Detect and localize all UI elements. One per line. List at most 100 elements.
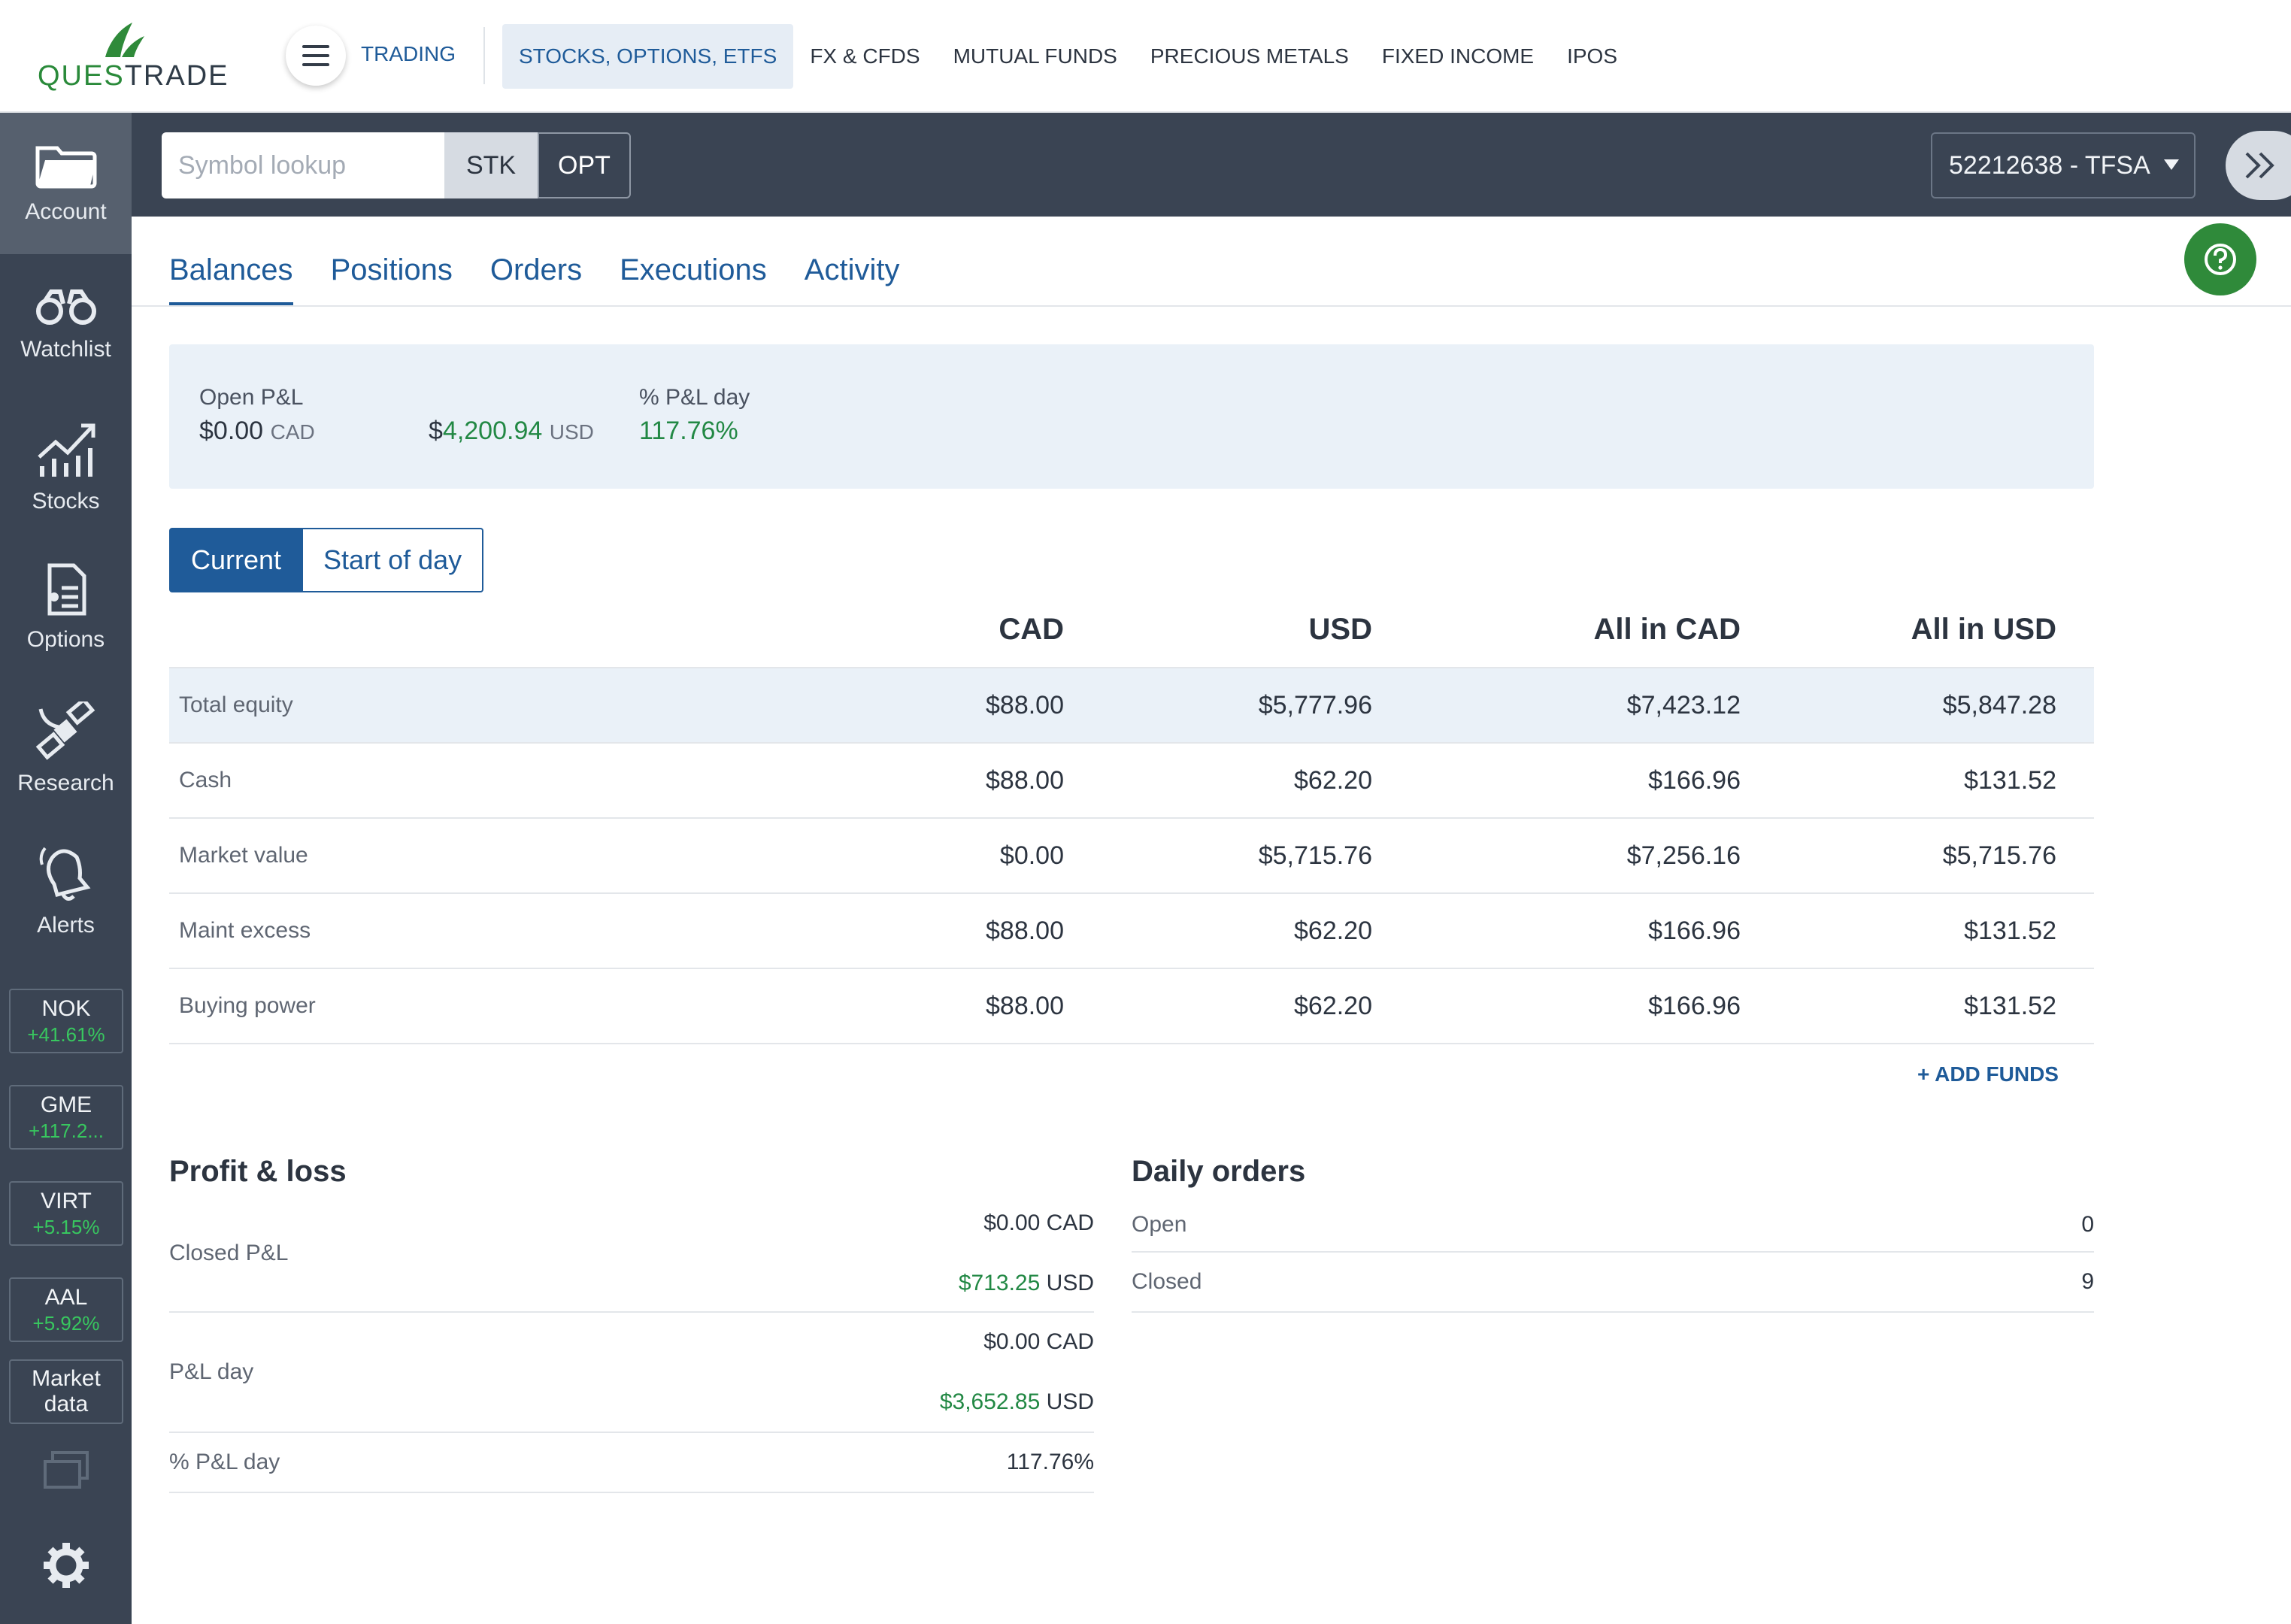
row-label: Maint excess — [169, 892, 793, 968]
row-label: Cash — [169, 742, 793, 818]
tab-balances[interactable]: Balances — [169, 248, 293, 308]
ticker-gme[interactable]: GME +117.2... — [9, 1085, 123, 1150]
nav-divider — [483, 27, 485, 84]
opt-toggle-button[interactable]: OPT — [538, 132, 631, 198]
cell-value: $5,715.76 — [1102, 817, 1410, 893]
tab-orders[interactable]: Orders — [490, 248, 582, 308]
cell-value: $131.52 — [1778, 742, 2094, 818]
cell-value: $5,847.28 — [1778, 667, 2094, 743]
windows-icon[interactable] — [42, 1451, 90, 1492]
ticker-virt[interactable]: VIRT +5.15% — [9, 1181, 123, 1246]
nav-mutual-funds[interactable]: MUTUAL FUNDS — [937, 24, 1134, 89]
open-orders-label: Open — [1132, 1212, 1187, 1237]
nav-stocks-options-etfs[interactable]: STOCKS, OPTIONS, ETFS — [502, 24, 794, 89]
ticker-change: +5.92% — [32, 1312, 100, 1335]
market-data-button[interactable]: Market data — [9, 1359, 123, 1424]
cell-value: $7,423.12 — [1410, 667, 1778, 743]
sidebar-item-label: Account — [25, 199, 107, 224]
pct-pnl-day-row: % P&L day 117.76% — [169, 1433, 1094, 1493]
sidebar-item-label: Alerts — [37, 913, 95, 938]
chart-up-icon — [37, 423, 95, 477]
expand-panel-button[interactable] — [2226, 131, 2291, 200]
row-label: Market value — [169, 817, 793, 893]
nav-fx-cfds[interactable]: FX & CFDS — [793, 24, 936, 89]
sidebar-item-alerts[interactable]: Alerts — [0, 820, 132, 961]
cell-value: $166.96 — [1410, 742, 1778, 818]
cell-value: $131.52 — [1778, 968, 2094, 1044]
top-navigation: QUESTRADE TRADING STOCKS, OPTIONS, ETFS … — [0, 0, 2291, 113]
tab-positions[interactable]: Positions — [331, 248, 453, 308]
sidebar-item-label: Stocks — [32, 489, 100, 514]
nav-ipos[interactable]: IPOS — [1550, 24, 1634, 89]
questrade-logo[interactable]: QUESTRADE — [38, 21, 229, 92]
sidebar-item-research[interactable]: Research — [0, 678, 132, 820]
sidebar-item-account[interactable]: Account — [0, 113, 132, 254]
closed-pnl-label: Closed P&L — [169, 1241, 289, 1265]
document-list-icon — [47, 563, 86, 616]
column-header-cad: CAD — [999, 613, 1064, 646]
row-label: Total equity — [169, 667, 793, 743]
tab-executions[interactable]: Executions — [620, 248, 767, 308]
pct-pnl-day-label: % P&L day — [639, 385, 750, 410]
cell-value: $88.00 — [793, 892, 1102, 968]
table-row: Market value $0.00 $5,715.76 $7,256.16 $… — [169, 817, 2094, 893]
ticker-symbol: AAL — [44, 1285, 88, 1310]
open-orders-value: 0 — [2081, 1212, 2094, 1237]
nav-precious-metals[interactable]: PRECIOUS METALS — [1134, 24, 1365, 89]
add-funds-link[interactable]: + ADD FUNDS — [1917, 1062, 2059, 1086]
bell-icon — [39, 847, 90, 901]
ticker-nok[interactable]: NOK +41.61% — [9, 989, 123, 1053]
account-tabs: Balances Positions Orders Executions Act… — [169, 248, 899, 308]
closed-orders-row: Closed 9 — [1132, 1253, 2094, 1313]
balance-period-toggle: Current Start of day — [169, 528, 484, 592]
ticker-symbol: VIRT — [41, 1189, 92, 1213]
question-icon — [2205, 244, 2236, 275]
cell-value: $88.00 — [793, 667, 1102, 743]
tabs-divider — [132, 305, 2291, 307]
sidebar-item-label: Research — [17, 771, 114, 795]
sidebar-item-stocks[interactable]: Stocks — [0, 395, 132, 537]
help-button[interactable] — [2184, 223, 2256, 295]
closed-pnl-usd: $713.25 USD — [958, 1271, 1094, 1295]
open-pnl-summary: Open P&L $0.00 CAD $4,200.94 USD % P&L d… — [169, 344, 2094, 489]
cell-value: $166.96 — [1410, 968, 1778, 1044]
sidebar-item-options[interactable]: Options — [0, 537, 132, 678]
profit-loss-title: Profit & loss — [169, 1155, 347, 1188]
ticker-aal[interactable]: AAL +5.92% — [9, 1277, 123, 1342]
pct-pnl-day-label: % P&L day — [169, 1450, 280, 1474]
pnl-day-cad: $0.00 CAD — [983, 1329, 1094, 1354]
daily-orders-title: Daily orders — [1132, 1155, 1306, 1188]
sidebar-item-watchlist[interactable]: Watchlist — [0, 254, 132, 395]
logo-wordmark: QUESTRADE — [38, 60, 229, 92]
row-label: Buying power — [169, 968, 793, 1044]
cell-value: $5,777.96 — [1102, 667, 1410, 743]
trading-toolbar: STK OPT 52212638 - TFSA — [132, 113, 2291, 217]
cell-value: $5,715.76 — [1778, 817, 2094, 893]
menu-button[interactable] — [286, 26, 346, 86]
tab-activity[interactable]: Activity — [805, 248, 900, 308]
cell-value: $7,256.16 — [1410, 817, 1778, 893]
closed-pnl-row: Closed P&L $0.00 CAD $713.25 USD — [169, 1203, 1094, 1313]
balances-table: CAD USD All in CAD All in USD Total equi… — [169, 592, 2094, 1044]
folder-icon — [35, 146, 96, 189]
column-header — [169, 592, 793, 668]
nav-fixed-income[interactable]: FIXED INCOME — [1365, 24, 1550, 89]
sidebar-item-label: Watchlist — [20, 337, 111, 362]
table-row: Buying power $88.00 $62.20 $166.96 $131.… — [169, 968, 2094, 1044]
trading-link[interactable]: TRADING — [361, 42, 456, 66]
gear-icon[interactable] — [42, 1541, 90, 1589]
cell-value: $88.00 — [793, 742, 1102, 818]
ticker-symbol: GME — [40, 1092, 92, 1117]
ticker-change: +117.2... — [29, 1120, 104, 1142]
account-selector[interactable]: 52212638 - TFSA — [1931, 132, 2196, 198]
column-header-all-in-usd: All in USD — [1911, 613, 2056, 646]
cell-value: $62.20 — [1102, 892, 1410, 968]
cell-value: $131.52 — [1778, 892, 2094, 968]
symbol-lookup-input[interactable] — [162, 132, 444, 198]
closed-orders-label: Closed — [1132, 1269, 1202, 1294]
stk-toggle-button[interactable]: STK — [444, 132, 538, 198]
start-of-day-toggle-button[interactable]: Start of day — [303, 528, 484, 592]
current-toggle-button[interactable]: Current — [169, 528, 304, 592]
closed-orders-value: 9 — [2081, 1269, 2094, 1294]
ticker-symbol: NOK — [41, 996, 91, 1021]
